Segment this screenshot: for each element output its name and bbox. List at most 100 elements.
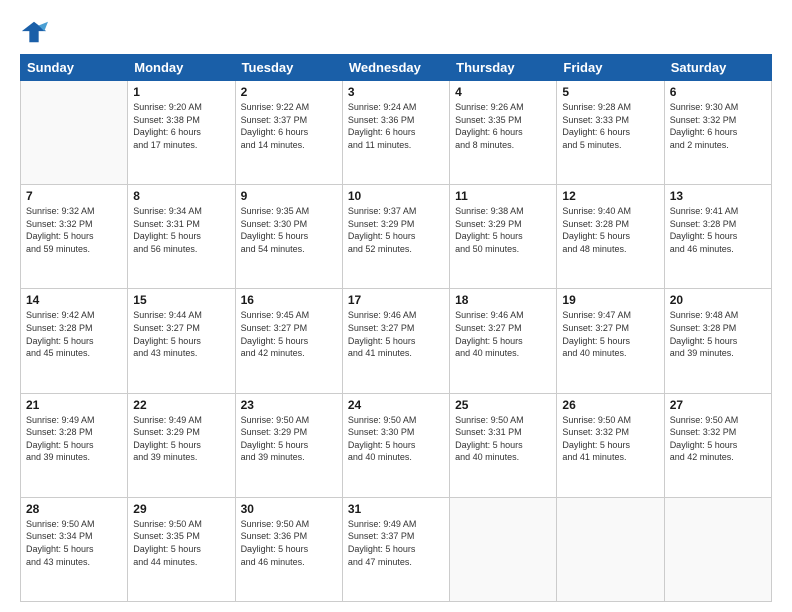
calendar-cell bbox=[450, 497, 557, 601]
calendar-cell bbox=[664, 497, 771, 601]
calendar-cell: 26 Sunrise: 9:50 AM Sunset: 3:32 PM Dayli… bbox=[557, 393, 664, 497]
calendar-cell: 10 Sunrise: 9:37 AM Sunset: 3:29 PM Dayli… bbox=[342, 185, 449, 289]
calendar-week-row: 21 Sunrise: 9:49 AM Sunset: 3:28 PM Dayli… bbox=[21, 393, 772, 497]
calendar-cell: 25 Sunrise: 9:50 AM Sunset: 3:31 PM Dayli… bbox=[450, 393, 557, 497]
day-number: 2 bbox=[241, 85, 337, 99]
day-header-tuesday: Tuesday bbox=[235, 55, 342, 81]
calendar-cell: 16 Sunrise: 9:45 AM Sunset: 3:27 PM Dayli… bbox=[235, 289, 342, 393]
day-number: 5 bbox=[562, 85, 658, 99]
calendar-week-row: 7 Sunrise: 9:32 AM Sunset: 3:32 PM Daylig… bbox=[21, 185, 772, 289]
day-number: 4 bbox=[455, 85, 551, 99]
calendar-cell: 23Sunrise: 9:50 AM Sunset: 3:29 PM Dayli… bbox=[235, 393, 342, 497]
calendar-cell: 12Sunrise: 9:40 AM Sunset: 3:28 PM Dayli… bbox=[557, 185, 664, 289]
calendar-cell: 1 Sunrise: 9:20 AM Sunset: 3:38 PM Daylig… bbox=[128, 81, 235, 185]
day-info: Sunrise: 9:28 AM Sunset: 3:33 PM Dayligh… bbox=[562, 101, 658, 151]
calendar-cell: 20 Sunrise: 9:48 AM Sunset: 3:28 PM Dayli… bbox=[664, 289, 771, 393]
logo bbox=[20, 18, 52, 46]
day-info: Sunrise: 9:46 AM Sunset: 3:27 PM Dayligh… bbox=[348, 309, 444, 359]
calendar-cell: 9 Sunrise: 9:35 AM Sunset: 3:30 PM Daylig… bbox=[235, 185, 342, 289]
day-number: 14 bbox=[26, 293, 122, 307]
day-info: Sunrise: 9:34 AM Sunset: 3:31 PM Dayligh… bbox=[133, 205, 229, 255]
day-info: Sunrise: 9:49 AM Sunset: 3:37 PM Dayligh… bbox=[348, 518, 444, 568]
calendar-table: SundayMondayTuesdayWednesdayThursdayFrid… bbox=[20, 54, 772, 602]
day-number: 25 bbox=[455, 398, 551, 412]
day-info: Sunrise: 9:20 AM Sunset: 3:38 PM Dayligh… bbox=[133, 101, 229, 151]
calendar-cell bbox=[21, 81, 128, 185]
calendar-cell bbox=[557, 497, 664, 601]
day-info: Sunrise: 9:48 AM Sunset: 3:28 PM Dayligh… bbox=[670, 309, 766, 359]
day-number: 19 bbox=[562, 293, 658, 307]
calendar-cell: 30 Sunrise: 9:50 AM Sunset: 3:36 PM Dayli… bbox=[235, 497, 342, 601]
header bbox=[20, 18, 772, 46]
calendar-cell: 15Sunrise: 9:44 AM Sunset: 3:27 PM Dayli… bbox=[128, 289, 235, 393]
day-info: Sunrise: 9:49 AM Sunset: 3:29 PM Dayligh… bbox=[133, 414, 229, 464]
calendar-cell: 13Sunrise: 9:41 AM Sunset: 3:28 PM Dayli… bbox=[664, 185, 771, 289]
day-number: 26 bbox=[562, 398, 658, 412]
calendar-cell: 22 Sunrise: 9:49 AM Sunset: 3:29 PM Dayli… bbox=[128, 393, 235, 497]
calendar-week-row: 1 Sunrise: 9:20 AM Sunset: 3:38 PM Daylig… bbox=[21, 81, 772, 185]
day-number: 21 bbox=[26, 398, 122, 412]
calendar-cell: 27Sunrise: 9:50 AM Sunset: 3:32 PM Dayli… bbox=[664, 393, 771, 497]
day-number: 29 bbox=[133, 502, 229, 516]
day-number: 18 bbox=[455, 293, 551, 307]
calendar-cell: 8 Sunrise: 9:34 AM Sunset: 3:31 PM Daylig… bbox=[128, 185, 235, 289]
calendar-cell: 31 Sunrise: 9:49 AM Sunset: 3:37 PM Dayli… bbox=[342, 497, 449, 601]
day-info: Sunrise: 9:50 AM Sunset: 3:36 PM Dayligh… bbox=[241, 518, 337, 568]
day-info: Sunrise: 9:46 AM Sunset: 3:27 PM Dayligh… bbox=[455, 309, 551, 359]
calendar-cell: 5 Sunrise: 9:28 AM Sunset: 3:33 PM Daylig… bbox=[557, 81, 664, 185]
day-number: 8 bbox=[133, 189, 229, 203]
day-number: 24 bbox=[348, 398, 444, 412]
day-info: Sunrise: 9:35 AM Sunset: 3:30 PM Dayligh… bbox=[241, 205, 337, 255]
day-info: Sunrise: 9:47 AM Sunset: 3:27 PM Dayligh… bbox=[562, 309, 658, 359]
day-number: 10 bbox=[348, 189, 444, 203]
calendar-cell: 11 Sunrise: 9:38 AM Sunset: 3:29 PM Dayli… bbox=[450, 185, 557, 289]
day-number: 12 bbox=[562, 189, 658, 203]
calendar-cell: 7 Sunrise: 9:32 AM Sunset: 3:32 PM Daylig… bbox=[21, 185, 128, 289]
day-info: Sunrise: 9:41 AM Sunset: 3:28 PM Dayligh… bbox=[670, 205, 766, 255]
day-info: Sunrise: 9:50 AM Sunset: 3:29 PM Dayligh… bbox=[241, 414, 337, 464]
day-info: Sunrise: 9:50 AM Sunset: 3:34 PM Dayligh… bbox=[26, 518, 122, 568]
calendar-cell: 6Sunrise: 9:30 AM Sunset: 3:32 PM Daylig… bbox=[664, 81, 771, 185]
day-number: 3 bbox=[348, 85, 444, 99]
calendar-week-row: 28 Sunrise: 9:50 AM Sunset: 3:34 PM Dayli… bbox=[21, 497, 772, 601]
day-info: Sunrise: 9:49 AM Sunset: 3:28 PM Dayligh… bbox=[26, 414, 122, 464]
day-info: Sunrise: 9:50 AM Sunset: 3:31 PM Dayligh… bbox=[455, 414, 551, 464]
day-number: 1 bbox=[133, 85, 229, 99]
day-info: Sunrise: 9:38 AM Sunset: 3:29 PM Dayligh… bbox=[455, 205, 551, 255]
day-header-sunday: Sunday bbox=[21, 55, 128, 81]
day-header-saturday: Saturday bbox=[664, 55, 771, 81]
day-info: Sunrise: 9:42 AM Sunset: 3:28 PM Dayligh… bbox=[26, 309, 122, 359]
calendar-cell: 4 Sunrise: 9:26 AM Sunset: 3:35 PM Daylig… bbox=[450, 81, 557, 185]
day-number: 20 bbox=[670, 293, 766, 307]
day-number: 7 bbox=[26, 189, 122, 203]
day-info: Sunrise: 9:37 AM Sunset: 3:29 PM Dayligh… bbox=[348, 205, 444, 255]
day-info: Sunrise: 9:30 AM Sunset: 3:32 PM Dayligh… bbox=[670, 101, 766, 151]
day-number: 9 bbox=[241, 189, 337, 203]
calendar-header-row: SundayMondayTuesdayWednesdayThursdayFrid… bbox=[21, 55, 772, 81]
day-number: 30 bbox=[241, 502, 337, 516]
day-header-thursday: Thursday bbox=[450, 55, 557, 81]
calendar-cell: 2 Sunrise: 9:22 AM Sunset: 3:37 PM Daylig… bbox=[235, 81, 342, 185]
day-info: Sunrise: 9:50 AM Sunset: 3:30 PM Dayligh… bbox=[348, 414, 444, 464]
day-number: 22 bbox=[133, 398, 229, 412]
page: SundayMondayTuesdayWednesdayThursdayFrid… bbox=[0, 0, 792, 612]
day-info: Sunrise: 9:22 AM Sunset: 3:37 PM Dayligh… bbox=[241, 101, 337, 151]
calendar-cell: 17Sunrise: 9:46 AM Sunset: 3:27 PM Dayli… bbox=[342, 289, 449, 393]
day-info: Sunrise: 9:26 AM Sunset: 3:35 PM Dayligh… bbox=[455, 101, 551, 151]
day-number: 31 bbox=[348, 502, 444, 516]
day-header-monday: Monday bbox=[128, 55, 235, 81]
day-header-wednesday: Wednesday bbox=[342, 55, 449, 81]
day-number: 28 bbox=[26, 502, 122, 516]
day-info: Sunrise: 9:32 AM Sunset: 3:32 PM Dayligh… bbox=[26, 205, 122, 255]
calendar-week-row: 14 Sunrise: 9:42 AM Sunset: 3:28 PM Dayli… bbox=[21, 289, 772, 393]
day-number: 11 bbox=[455, 189, 551, 203]
calendar-cell: 3Sunrise: 9:24 AM Sunset: 3:36 PM Daylig… bbox=[342, 81, 449, 185]
day-info: Sunrise: 9:45 AM Sunset: 3:27 PM Dayligh… bbox=[241, 309, 337, 359]
day-info: Sunrise: 9:44 AM Sunset: 3:27 PM Dayligh… bbox=[133, 309, 229, 359]
calendar-cell: 14 Sunrise: 9:42 AM Sunset: 3:28 PM Dayli… bbox=[21, 289, 128, 393]
calendar-cell: 28 Sunrise: 9:50 AM Sunset: 3:34 PM Dayli… bbox=[21, 497, 128, 601]
calendar-cell: 18 Sunrise: 9:46 AM Sunset: 3:27 PM Dayli… bbox=[450, 289, 557, 393]
day-info: Sunrise: 9:50 AM Sunset: 3:32 PM Dayligh… bbox=[562, 414, 658, 464]
calendar-cell: 19 Sunrise: 9:47 AM Sunset: 3:27 PM Dayli… bbox=[557, 289, 664, 393]
day-number: 16 bbox=[241, 293, 337, 307]
